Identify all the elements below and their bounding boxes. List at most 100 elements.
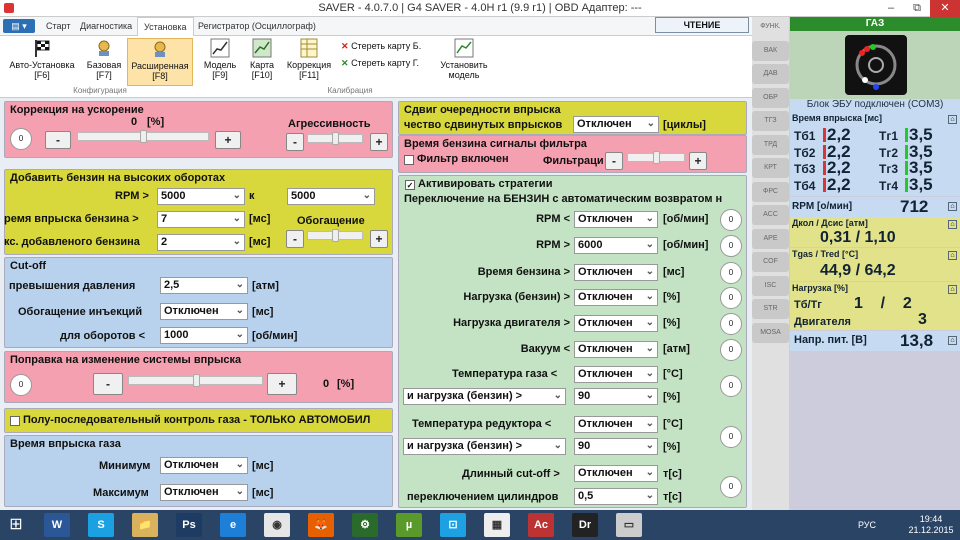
- taskbar-app-icon[interactable]: Ps: [176, 513, 202, 537]
- sidebar-item[interactable]: APE: [752, 228, 789, 249]
- accel-plus-button[interactable]: +: [215, 131, 241, 149]
- fuel-time-select[interactable]: 7: [157, 211, 245, 228]
- accel-minus-button[interactable]: -: [45, 131, 71, 149]
- taskbar-app-icon[interactable]: ⊡: [440, 513, 466, 537]
- taskbar-app-icon[interactable]: ▭: [616, 513, 642, 537]
- sidebar-item[interactable]: ДАВ: [752, 64, 789, 84]
- tab-diagnostics[interactable]: Диагностика: [74, 17, 138, 36]
- sidebar-item[interactable]: ФРС: [752, 181, 789, 202]
- strategy-checkbox[interactable]: ✓: [405, 180, 415, 190]
- switch-cyl-select[interactable]: 0,5: [574, 488, 658, 505]
- inj-enrich-select[interactable]: Отключен: [160, 303, 248, 320]
- taskbar-app-icon[interactable]: ⚙: [352, 513, 378, 537]
- sidebar-item[interactable]: ISC: [752, 275, 789, 296]
- strategy-row-select[interactable]: Отключен: [574, 211, 658, 228]
- taskbar-app-icon[interactable]: Dr: [572, 513, 598, 537]
- minimize-button[interactable]: –: [877, 0, 905, 17]
- strategy-row-select[interactable]: Отключен: [574, 341, 658, 358]
- taskbar-app-icon[interactable]: S: [88, 513, 114, 537]
- taskbar-app-icon[interactable]: W: [44, 513, 70, 537]
- shift-select[interactable]: Отключен: [573, 116, 659, 133]
- pin-icon[interactable]: ⌂: [948, 251, 957, 260]
- pin-icon[interactable]: ⌂: [948, 115, 957, 124]
- erase-map-g-button[interactable]: ✕ Стереть карту Г.: [341, 58, 419, 69]
- tab-start[interactable]: Старт: [40, 17, 76, 36]
- tgas-load-select[interactable]: и нагрузка (бензин) >: [403, 388, 566, 405]
- sidebar-item[interactable]: ФУНК.: [752, 17, 789, 37]
- app-menu-button[interactable]: ▤ ▾: [3, 19, 35, 33]
- tgas-select[interactable]: Отключен: [574, 366, 658, 383]
- enrich-minus-button[interactable]: -: [286, 230, 304, 248]
- filter-checkbox[interactable]: [404, 155, 414, 165]
- map-button[interactable]: Карта [F10]: [244, 38, 280, 86]
- tray-date[interactable]: 21.12.2015: [906, 525, 956, 535]
- aggr-plus-button[interactable]: +: [370, 133, 388, 151]
- windows-start-icon[interactable]: ⊞: [6, 515, 26, 535]
- pressure-select[interactable]: 2,5: [160, 277, 248, 294]
- accel-slider[interactable]: [77, 130, 209, 143]
- strategy-row-circle[interactable]: 0: [720, 339, 742, 361]
- erase-map-b-button[interactable]: ✕ Стереть карту Б.: [341, 41, 421, 52]
- strategy-row-circle[interactable]: 0: [720, 313, 742, 335]
- extended-button[interactable]: Расширенная [F8]: [127, 38, 193, 86]
- read-button[interactable]: ЧТЕНИЕ: [655, 17, 749, 33]
- accel-circle[interactable]: 0: [10, 128, 32, 150]
- filter-minus-button[interactable]: -: [605, 152, 623, 170]
- correction-button[interactable]: Коррекция [F11]: [284, 38, 334, 86]
- tab-setup[interactable]: Установка: [137, 17, 194, 37]
- rpm-select-2[interactable]: 5000: [287, 188, 375, 205]
- enrich-plus-button[interactable]: +: [370, 230, 388, 248]
- semiseq-checkbox[interactable]: [10, 416, 20, 426]
- sidebar-item[interactable]: ACC: [752, 205, 789, 225]
- tred-load-value[interactable]: 90: [574, 438, 658, 455]
- sidebar-item[interactable]: ТГЗ: [752, 111, 789, 131]
- taskbar-app-icon[interactable]: ◉: [264, 513, 290, 537]
- strategy-row-select[interactable]: Отключен: [574, 264, 658, 281]
- strategy-row-circle[interactable]: 0: [720, 262, 742, 284]
- strategy-row-select[interactable]: Отключен: [574, 315, 658, 332]
- gas-switch-icon[interactable]: [845, 35, 907, 95]
- restore-button[interactable]: ⧉: [903, 0, 931, 17]
- taskbar-app-icon[interactable]: Ac: [528, 513, 554, 537]
- aggr-minus-button[interactable]: -: [286, 133, 304, 151]
- taskbar-app-icon[interactable]: 🦊: [308, 513, 334, 537]
- tred-circle[interactable]: 0: [720, 426, 742, 448]
- taskbar-app-icon[interactable]: µ: [396, 513, 422, 537]
- install-model-button[interactable]: Установить модель: [436, 38, 492, 86]
- sidebar-item[interactable]: STR: [752, 299, 789, 319]
- strategy-row-circle[interactable]: 0: [720, 209, 742, 231]
- inj-change-minus-button[interactable]: -: [93, 373, 123, 395]
- taskbar-app-icon[interactable]: ▦: [484, 513, 510, 537]
- pin-icon[interactable]: ⌂: [948, 202, 957, 211]
- inj-change-circle[interactable]: 0: [10, 374, 32, 396]
- sidebar-item[interactable]: ВАК: [752, 40, 789, 61]
- tgas-circle[interactable]: 0: [720, 375, 742, 397]
- taskbar-app-icon[interactable]: e: [220, 513, 246, 537]
- gas-min-select[interactable]: Отключен: [160, 457, 248, 474]
- sidebar-item[interactable]: КРТ: [752, 158, 789, 178]
- enrich-slider[interactable]: [307, 229, 363, 242]
- close-button[interactable]: ✕: [930, 0, 960, 17]
- gas-max-select[interactable]: Отключен: [160, 484, 248, 501]
- strategy-row-select[interactable]: Отключен: [574, 289, 658, 306]
- long-cutoff-select[interactable]: Отключен: [574, 465, 658, 482]
- aggr-slider[interactable]: [307, 132, 363, 145]
- model-button[interactable]: Модель [F9]: [202, 38, 238, 86]
- tgas-load-value[interactable]: 90: [574, 388, 658, 405]
- tray-lang[interactable]: РУС: [858, 520, 876, 530]
- pin-icon[interactable]: ⌂: [948, 285, 957, 294]
- sidebar-item[interactable]: MOSA: [752, 322, 789, 343]
- strategy-row-select[interactable]: 6000: [574, 237, 658, 254]
- sidebar-item[interactable]: ТРД: [752, 134, 789, 155]
- auto-setup-button[interactable]: Авто-Установка [F6]: [4, 38, 80, 86]
- rpm-select[interactable]: 5000: [157, 188, 245, 205]
- long-cutoff-circle[interactable]: 0: [720, 476, 742, 498]
- strategy-row-circle[interactable]: 0: [720, 235, 742, 257]
- tray-time[interactable]: 19:44: [906, 514, 956, 524]
- pin-icon[interactable]: ⌂: [948, 336, 957, 345]
- sidebar-item[interactable]: ОБР: [752, 87, 789, 108]
- rev-select[interactable]: 1000: [160, 327, 248, 344]
- inj-change-slider[interactable]: [128, 374, 263, 387]
- sidebar-item[interactable]: COF: [752, 252, 789, 272]
- filter-plus-button[interactable]: +: [689, 152, 707, 170]
